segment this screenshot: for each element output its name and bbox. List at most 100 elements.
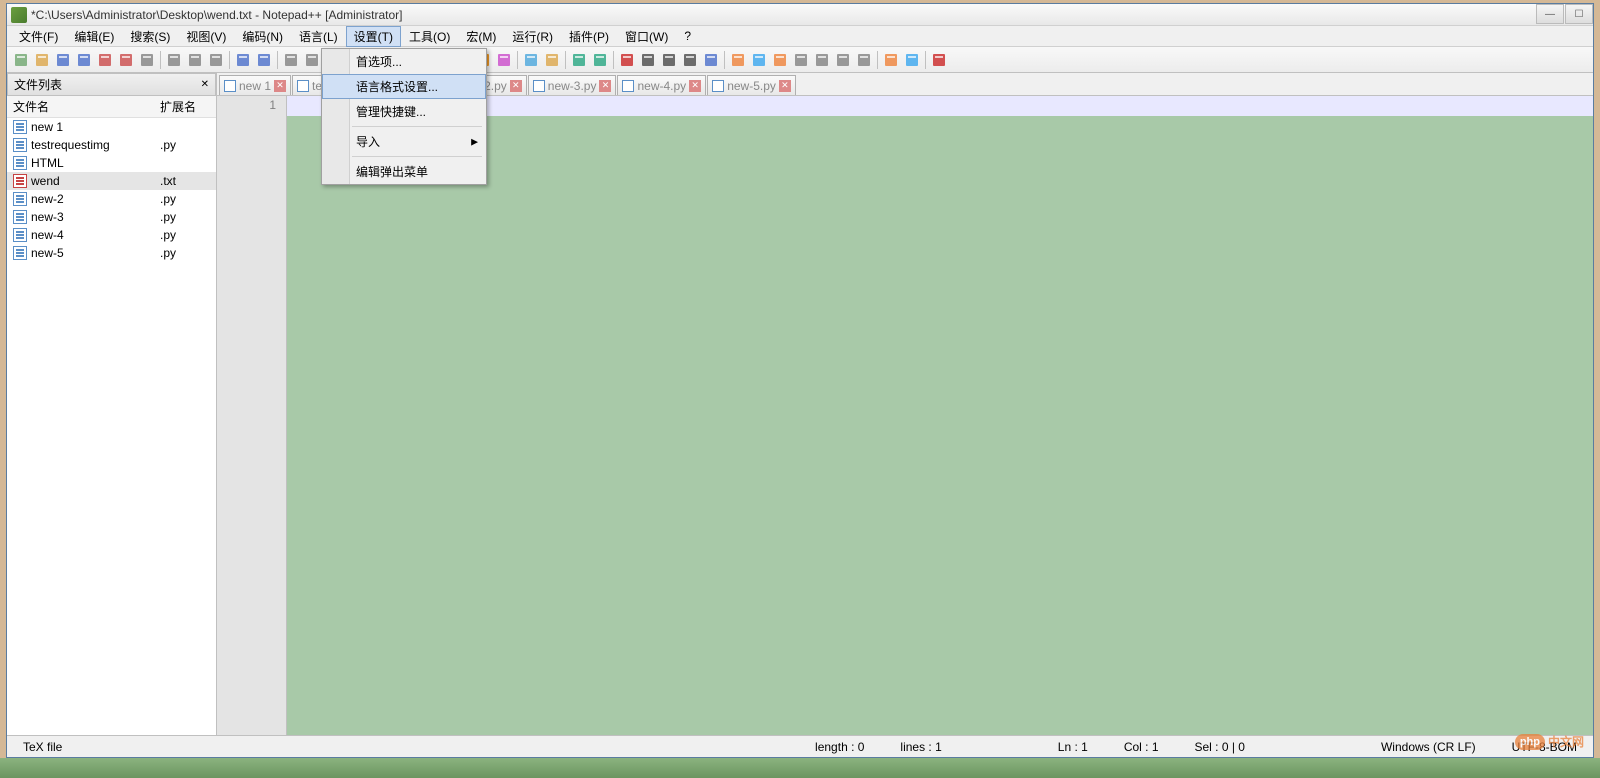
menu-item[interactable]: 宏(M): [458, 26, 504, 47]
tab-label: new-3.py: [548, 79, 597, 93]
dropdown-item[interactable]: 语言格式设置...: [322, 74, 486, 99]
file-row[interactable]: wend.txt: [7, 172, 216, 190]
dir-icon: [544, 52, 560, 68]
toolbar-separator: [277, 51, 278, 69]
open-button[interactable]: [32, 50, 52, 70]
minimize-button[interactable]: —: [1536, 4, 1564, 24]
menu-item[interactable]: 视图(V): [178, 26, 234, 47]
p5-button[interactable]: [812, 50, 832, 70]
play-icon: [661, 52, 677, 68]
dropdown-item[interactable]: 管理快捷键...: [322, 99, 486, 124]
menu-item[interactable]: 搜索(S): [122, 26, 178, 47]
cut-button[interactable]: [164, 50, 184, 70]
redo-icon: [256, 52, 272, 68]
open-icon: [34, 52, 50, 68]
file-ext: .py: [160, 210, 210, 224]
redo-button[interactable]: [254, 50, 274, 70]
file-icon: [13, 192, 27, 206]
save-all-button[interactable]: [74, 50, 94, 70]
uncomment-button[interactable]: [590, 50, 610, 70]
file-icon: [13, 246, 27, 260]
p4-button[interactable]: [791, 50, 811, 70]
editor-tab[interactable]: new 1✕: [219, 75, 291, 95]
f2-button[interactable]: [902, 50, 922, 70]
menu-item[interactable]: 运行(R): [504, 26, 561, 47]
close-button[interactable]: [95, 50, 115, 70]
rec-icon: [619, 52, 635, 68]
comment-button[interactable]: [569, 50, 589, 70]
p3-button[interactable]: [770, 50, 790, 70]
tab-label: new-4.py: [637, 79, 686, 93]
f1-button[interactable]: [881, 50, 901, 70]
file-row[interactable]: new-3.py: [7, 208, 216, 226]
save-button[interactable]: [53, 50, 73, 70]
p7-button[interactable]: [854, 50, 874, 70]
undo-button[interactable]: [233, 50, 253, 70]
replace-button[interactable]: [302, 50, 322, 70]
tab-close-icon[interactable]: ✕: [599, 80, 611, 92]
save-macro-button[interactable]: [701, 50, 721, 70]
col-extension[interactable]: 扩展名: [160, 98, 210, 115]
editor-tab[interactable]: new-5.py✕: [707, 75, 796, 95]
tab-close-icon[interactable]: ✕: [779, 80, 791, 92]
p1-button[interactable]: [728, 50, 748, 70]
editor: 1: [217, 95, 1593, 735]
print-button[interactable]: [137, 50, 157, 70]
panel-title: 文件列表 ✕: [7, 73, 216, 96]
find-button[interactable]: [281, 50, 301, 70]
play-button[interactable]: [659, 50, 679, 70]
spell-button[interactable]: [929, 50, 949, 70]
tab-close-icon[interactable]: ✕: [274, 80, 286, 92]
editor-tab[interactable]: new-4.py✕: [617, 75, 706, 95]
dropdown-item[interactable]: 首选项...: [322, 49, 486, 74]
text-area[interactable]: [287, 116, 1593, 735]
titlebar[interactable]: *C:\Users\Administrator\Desktop\wend.txt…: [7, 4, 1593, 26]
toolbar-separator: [229, 51, 230, 69]
menu-item[interactable]: 文件(F): [11, 26, 66, 47]
paste-button[interactable]: [206, 50, 226, 70]
menu-item[interactable]: 窗口(W): [617, 26, 676, 47]
stop-button[interactable]: [638, 50, 658, 70]
outdent-button[interactable]: [494, 50, 514, 70]
menu-item[interactable]: 工具(O): [401, 26, 458, 47]
menu-item[interactable]: 语言(L): [291, 26, 346, 47]
rec-button[interactable]: [617, 50, 637, 70]
dropdown-item[interactable]: 导入▶: [322, 129, 486, 154]
menu-item[interactable]: 编码(N): [234, 26, 291, 47]
file-row[interactable]: new-5.py: [7, 244, 216, 262]
watermark-text: 中文网: [1548, 733, 1584, 750]
file-list: new 1testrequestimg.pyHTMLwend.txtnew-2.…: [7, 118, 216, 735]
dir-button[interactable]: [542, 50, 562, 70]
file-row[interactable]: new-2.py: [7, 190, 216, 208]
outdent-icon: [496, 52, 512, 68]
new-button[interactable]: [11, 50, 31, 70]
p3-icon: [772, 52, 788, 68]
file-row[interactable]: testrequestimg.py: [7, 136, 216, 154]
menu-item[interactable]: 插件(P): [561, 26, 617, 47]
p2-button[interactable]: [749, 50, 769, 70]
file-row[interactable]: new 1: [7, 118, 216, 136]
menu-item[interactable]: 设置(T): [346, 26, 401, 47]
file-row[interactable]: new-4.py: [7, 226, 216, 244]
p6-button[interactable]: [833, 50, 853, 70]
tab-file-icon: [533, 80, 545, 92]
close-all-button[interactable]: [116, 50, 136, 70]
col-filename[interactable]: 文件名: [13, 98, 160, 115]
copy-button[interactable]: [185, 50, 205, 70]
file-icon: [13, 174, 27, 188]
tab-close-icon[interactable]: ✕: [510, 80, 522, 92]
toolbar-separator: [613, 51, 614, 69]
editor-content[interactable]: [287, 96, 1593, 735]
panel-close-icon[interactable]: ✕: [201, 79, 209, 90]
maximize-button[interactable]: ☐: [1565, 4, 1593, 24]
menu-item[interactable]: 编辑(E): [66, 26, 122, 47]
play-multi-button[interactable]: [680, 50, 700, 70]
file-row[interactable]: HTML: [7, 154, 216, 172]
lang-button[interactable]: [521, 50, 541, 70]
menu-item[interactable]: ?: [676, 27, 699, 45]
close-all-icon: [118, 52, 134, 68]
find-icon: [283, 52, 299, 68]
tab-close-icon[interactable]: ✕: [689, 80, 701, 92]
editor-tab[interactable]: new-3.py✕: [528, 75, 617, 95]
dropdown-item[interactable]: 编辑弹出菜单: [322, 159, 486, 184]
